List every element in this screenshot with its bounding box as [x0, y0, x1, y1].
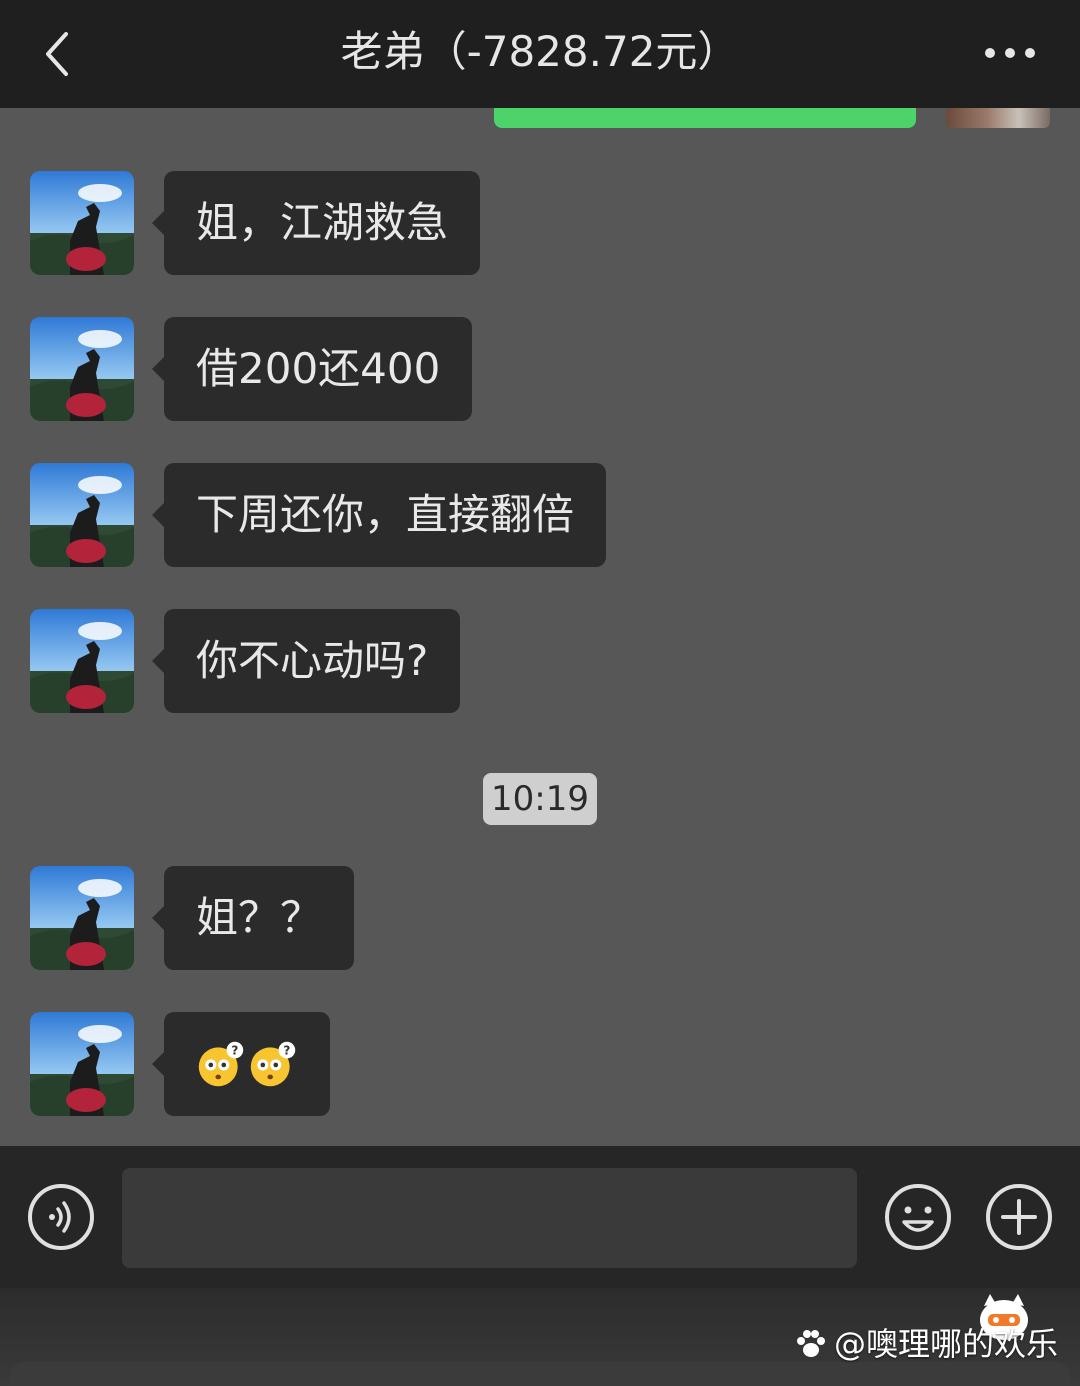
confused-face-emoji-icon: ?: [250, 1041, 296, 1087]
paw-logo-icon: [796, 1330, 825, 1357]
chat-title: 老弟（-7828.72元）: [340, 27, 740, 76]
contact-avatar[interactable]: [30, 171, 134, 275]
contact-avatar[interactable]: [30, 1012, 134, 1116]
message-input[interactable]: [122, 1168, 857, 1268]
previous-outgoing-bubble[interactable]: [494, 108, 916, 128]
contact-avatar[interactable]: [30, 609, 134, 713]
message-timestamp: 10:19: [483, 773, 597, 825]
svg-text:?: ?: [283, 1044, 290, 1058]
message-bubble[interactable]: 姐，江湖救急: [151, 171, 481, 275]
voice-icon: [28, 1184, 94, 1250]
emoji-message-bubble[interactable]: ? ?: [152, 1012, 330, 1116]
message-row: 姐，江湖救急: [0, 171, 1080, 275]
contact-avatar[interactable]: [30, 463, 134, 567]
message-row: ? ?: [0, 1012, 1080, 1116]
voice-button[interactable]: [26, 1182, 96, 1252]
confused-face-emoji-icon: ?: [198, 1041, 244, 1087]
message-bubble[interactable]: 姐？？: [151, 866, 355, 970]
plus-icon: [986, 1184, 1052, 1250]
message-row: 你不心动吗?: [0, 609, 1080, 713]
svg-text:?: ?: [231, 1044, 238, 1058]
message-row: 姐？？: [0, 866, 1080, 970]
message-bubble[interactable]: 你不心动吗?: [151, 609, 461, 713]
contact-avatar[interactable]: [30, 866, 134, 970]
watermark: @噢理哪的欢乐: [794, 1322, 1058, 1366]
smile-icon: [885, 1184, 951, 1250]
input-bar: [0, 1146, 1080, 1288]
more-actions-button[interactable]: [984, 1182, 1054, 1252]
emoji-button[interactable]: [883, 1182, 953, 1252]
self-avatar[interactable]: [946, 108, 1050, 128]
more-dots-icon: [985, 48, 1035, 58]
chat-header: 老弟（-7828.72元）: [0, 0, 1080, 108]
chat-screen: 老弟（-7828.72元） 姐，江湖救急 借200还400 下周还你，直接翻倍 …: [0, 0, 1080, 1386]
message-bubble[interactable]: 下周还你，直接翻倍: [151, 463, 607, 567]
message-row: 借200还400: [0, 317, 1080, 421]
watermark-text: @噢理哪的欢乐: [833, 1325, 1058, 1363]
contact-avatar[interactable]: [30, 317, 134, 421]
message-bubble[interactable]: 借200还400: [151, 317, 473, 421]
more-button[interactable]: [980, 38, 1040, 68]
message-row: 下周还你，直接翻倍: [0, 463, 1080, 567]
